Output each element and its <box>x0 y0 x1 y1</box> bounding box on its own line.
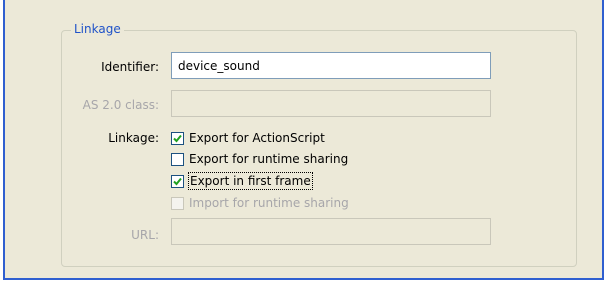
linkage-label: Linkage: <box>108 131 159 145</box>
export-in-first-frame-checkbox[interactable] <box>171 174 184 188</box>
export-in-first-frame-option[interactable]: Export in first frame <box>171 172 313 190</box>
export-for-actionscript-checkbox[interactable] <box>171 131 184 145</box>
import-for-runtime-sharing-label: Import for runtime sharing <box>189 196 349 210</box>
export-for-actionscript-label: Export for ActionScript <box>189 131 325 145</box>
import-for-runtime-sharing-checkbox <box>171 196 184 210</box>
identifier-input[interactable] <box>171 52 491 79</box>
export-for-runtime-sharing-option[interactable]: Export for runtime sharing <box>171 151 348 167</box>
export-for-runtime-sharing-label: Export for runtime sharing <box>189 152 349 166</box>
export-for-runtime-sharing-checkbox[interactable] <box>171 152 184 166</box>
as2-class-label: AS 2.0 class: <box>82 98 159 112</box>
export-for-actionscript-option[interactable]: Export for ActionScript <box>171 130 325 146</box>
as2-class-input <box>171 90 491 117</box>
group-title: Linkage <box>71 21 124 37</box>
import-for-runtime-sharing-option: Import for runtime sharing <box>171 195 349 211</box>
linkage-panel: Linkage Identifier: AS 2.0 class: Linkag… <box>3 0 604 280</box>
url-input <box>171 218 491 245</box>
identifier-label: Identifier: <box>101 60 159 74</box>
export-in-first-frame-label: Export in first frame <box>188 172 313 190</box>
url-label: URL: <box>131 228 159 242</box>
